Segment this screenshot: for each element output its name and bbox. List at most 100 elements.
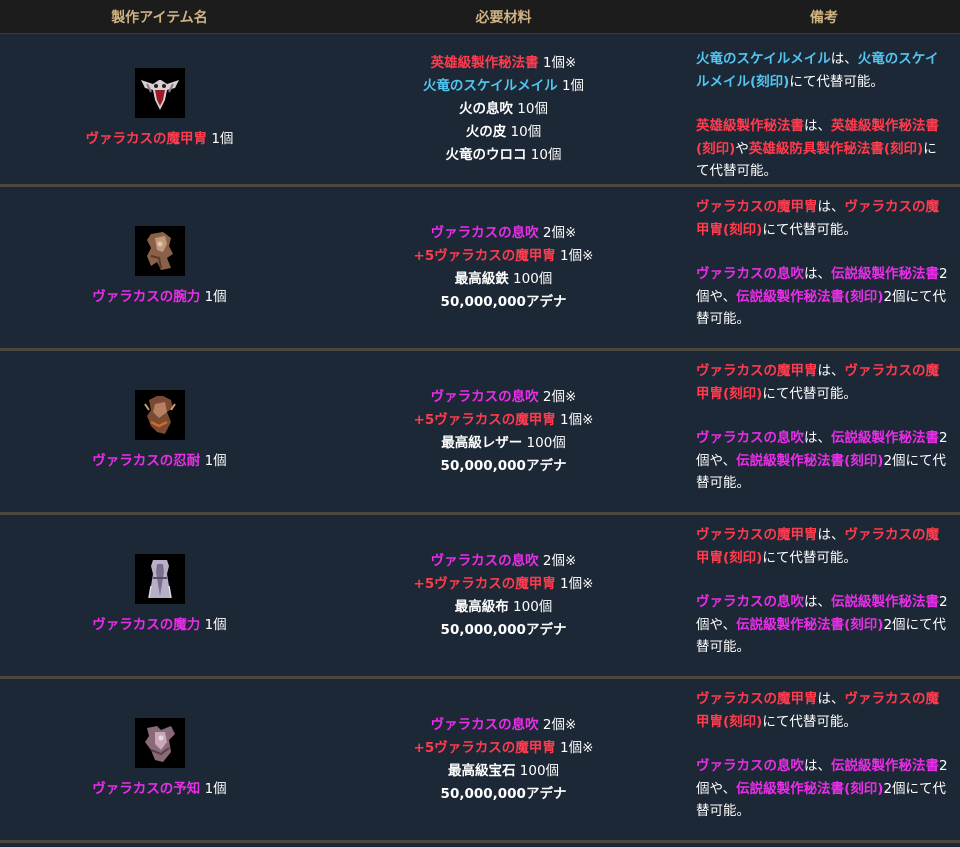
- material-name: +5ヴァラカスの魔甲冑: [413, 739, 556, 756]
- material-name: 50,000,000アデナ: [440, 293, 567, 310]
- material-line: +5ヴァラカスの魔甲冑 1個※: [319, 409, 688, 432]
- note-item: 伝説級製作秘法書(刻印): [736, 616, 884, 633]
- material-qty: 10個: [526, 146, 562, 163]
- item-qty: 1個: [207, 130, 234, 147]
- note-text: にて代替可能。: [762, 221, 857, 238]
- note-text: は、: [830, 51, 858, 67]
- material-line: 最高級布 100個: [319, 596, 688, 619]
- note-item: 伝説級製作秘法書(刻印): [736, 780, 884, 797]
- skull-armor-icon: [134, 67, 185, 118]
- material-qty: 1個※: [555, 247, 594, 264]
- material-name: 50,000,000アデナ: [440, 457, 567, 474]
- note-item: 伝説級製作秘法書(刻印): [736, 452, 884, 469]
- table-row: ヴァラカスの腕力 1個 ヴァラカスの息吹 2個※ +5ヴァラカスの魔甲冑 1個※…: [0, 185, 960, 351]
- note-paragraph: ヴァラカスの魔甲冑は、ヴァラカスの魔甲冑(刻印)にて代替可能。: [696, 524, 948, 569]
- material-qty: 2個※: [538, 224, 577, 241]
- note-item: ヴァラカスの魔甲冑: [696, 199, 818, 215]
- item-qty: 1個: [200, 617, 227, 633]
- note-text: は、: [817, 691, 845, 707]
- header-notes: 備考: [688, 0, 960, 34]
- material-qty: 1個※: [555, 411, 594, 428]
- note-text: にて代替可能。: [789, 73, 884, 90]
- material-line: +5ヴァラカスの魔甲冑 1個※: [319, 245, 688, 268]
- material-line: ヴァラカスの息吹 2個※: [319, 222, 688, 245]
- note-paragraph: ヴァラカスの魔甲冑は、ヴァラカスの魔甲冑(刻印)にて代替可能。: [696, 196, 948, 241]
- note-paragraph: ヴァラカスの息吹は、伝説級製作秘法書2個や、伝説級製作秘法書(刻印)2個にて代替…: [696, 591, 948, 659]
- note-text: は、: [804, 594, 831, 610]
- material-name: 英雄級製作秘法書: [430, 54, 539, 71]
- note-paragraph: ヴァラカスの息吹は、伝説級製作秘法書2個や、伝説級製作秘法書(刻印)2個にて代替…: [696, 427, 948, 495]
- material-name: 最高級布: [454, 598, 509, 615]
- note-item: 伝説級製作秘法書(刻印): [736, 288, 884, 305]
- material-line: 火の息吹 10個: [319, 98, 688, 121]
- material-qty: 100個: [515, 762, 560, 779]
- item-name: ヴァラカスの魔甲冑: [85, 130, 208, 147]
- leather-armor-icon: [134, 390, 185, 440]
- materials-cell: 英雄級製作秘法書 1個※ 火竜のスケイルメイル 1個 火の息吹 10個 火の皮 …: [319, 33, 688, 187]
- note-text: にて代替可能。: [762, 549, 857, 566]
- material-qty: 100個: [508, 270, 553, 287]
- table-row: ヴァラカスの魔力 1個 ヴァラカスの息吹 2個※ +5ヴァラカスの魔甲冑 1個※…: [0, 513, 960, 679]
- materials-cell: ヴァラカスの息吹 2個※ +5ヴァラカスの魔甲冑 1個※ 最高級鉄 100個 5…: [319, 185, 688, 351]
- material-name: ヴァラカスの息吹: [430, 716, 539, 733]
- item-name: ヴァラカスの忍耐: [92, 453, 201, 469]
- note-item: ヴァラカスの息吹: [696, 594, 804, 610]
- header-materials: 必要材料: [319, 0, 688, 34]
- item-cell: ヴァラカスの予知 1個: [0, 677, 319, 843]
- note-text: にて代替可能。: [762, 713, 857, 730]
- note-item: ヴァラカスの魔甲冑: [696, 527, 818, 543]
- material-name: 最高級宝石: [447, 762, 516, 779]
- note-text: は、: [804, 118, 831, 134]
- material-line: 最高級鉄 100個: [319, 268, 688, 291]
- item-name: ヴァラカスの予知: [92, 781, 201, 797]
- note-item: ヴァラカスの魔甲冑: [696, 363, 818, 379]
- table-header-row: 製作アイテム名 必要材料 備考: [0, 0, 960, 34]
- note-text: は、: [817, 527, 845, 543]
- material-line: 火竜のスケイルメイル 1個: [319, 75, 688, 98]
- plate-armor-icon: [134, 718, 185, 768]
- material-qty: 1個※: [555, 739, 594, 756]
- item-cell: ヴァラカスの忍耐 1個: [0, 349, 319, 515]
- materials-cell: ヴァラカスの息吹 2個※ +5ヴァラカスの魔甲冑 1個※ 最高級宝石 100個 …: [319, 677, 688, 843]
- item-cell: ヴァラカスの魔力 1個: [0, 513, 319, 679]
- notes-cell: ヴァラカスの魔甲冑は、ヴァラカスの魔甲冑(刻印)にて代替可能。 ヴァラカスの息吹…: [688, 185, 960, 351]
- material-qty: 2個※: [538, 552, 577, 569]
- note-text: は、: [817, 199, 845, 215]
- item-qty: 1個: [200, 781, 227, 797]
- table-row: ヴァラカスの魔甲冑 1個 英雄級製作秘法書 1個※ 火竜のスケイルメイル 1個 …: [0, 33, 960, 187]
- material-name: 火の息吹: [459, 100, 513, 117]
- note-paragraph: ヴァラカスの魔甲冑は、ヴァラカスの魔甲冑(刻印)にて代替可能。: [696, 360, 948, 405]
- material-qty: 1個※: [555, 575, 594, 592]
- note-item: 伝説級製作秘法書: [831, 266, 939, 282]
- material-line: 50,000,000アデナ: [319, 783, 688, 806]
- materials-cell: ヴァラカスの息吹 2個※ +5ヴァラカスの魔甲冑 1個※ 最高級レザー 100個…: [319, 349, 688, 515]
- crafting-table: 製作アイテム名 必要材料 備考 ヴァラカスの魔甲冑 1個 英雄級製作秘法書 1個…: [0, 0, 960, 843]
- item-cell: ヴァラカスの腕力 1個: [0, 185, 319, 351]
- note-item: 伝説級製作秘法書: [831, 594, 939, 610]
- note-text: は、: [804, 758, 831, 774]
- note-item: 英雄級製作秘法書: [696, 118, 804, 134]
- material-line: 火の皮 10個: [319, 121, 688, 144]
- material-line: ヴァラカスの息吹 2個※: [319, 714, 688, 737]
- material-qty: 1個: [557, 77, 585, 94]
- material-name: +5ヴァラカスの魔甲冑: [413, 411, 556, 428]
- material-line: +5ヴァラカスの魔甲冑 1個※: [319, 737, 688, 760]
- table-row: ヴァラカスの予知 1個 ヴァラカスの息吹 2個※ +5ヴァラカスの魔甲冑 1個※…: [0, 677, 960, 843]
- gauntlet-icon: [134, 226, 185, 276]
- material-name: 火竜のスケイルメイル: [422, 77, 558, 94]
- material-name: ヴァラカスの息吹: [430, 388, 539, 405]
- item-qty: 1個: [200, 453, 227, 469]
- note-item: 伝説級製作秘法書: [831, 430, 939, 446]
- material-line: 50,000,000アデナ: [319, 455, 688, 478]
- item-name: ヴァラカスの腕力: [92, 289, 201, 305]
- note-item: ヴァラカスの息吹: [696, 430, 804, 446]
- note-text: や: [735, 140, 749, 157]
- material-line: 最高級宝石 100個: [319, 760, 688, 783]
- material-qty: 1個※: [538, 54, 577, 71]
- notes-cell: ヴァラカスの魔甲冑は、ヴァラカスの魔甲冑(刻印)にて代替可能。 ヴァラカスの息吹…: [688, 677, 960, 843]
- note-item: 伝説級製作秘法書: [831, 758, 939, 774]
- material-qty: 10個: [506, 123, 542, 140]
- note-text: は、: [817, 363, 845, 379]
- material-line: 火竜のウロコ 10個: [319, 144, 688, 167]
- material-qty: 2個※: [538, 716, 577, 733]
